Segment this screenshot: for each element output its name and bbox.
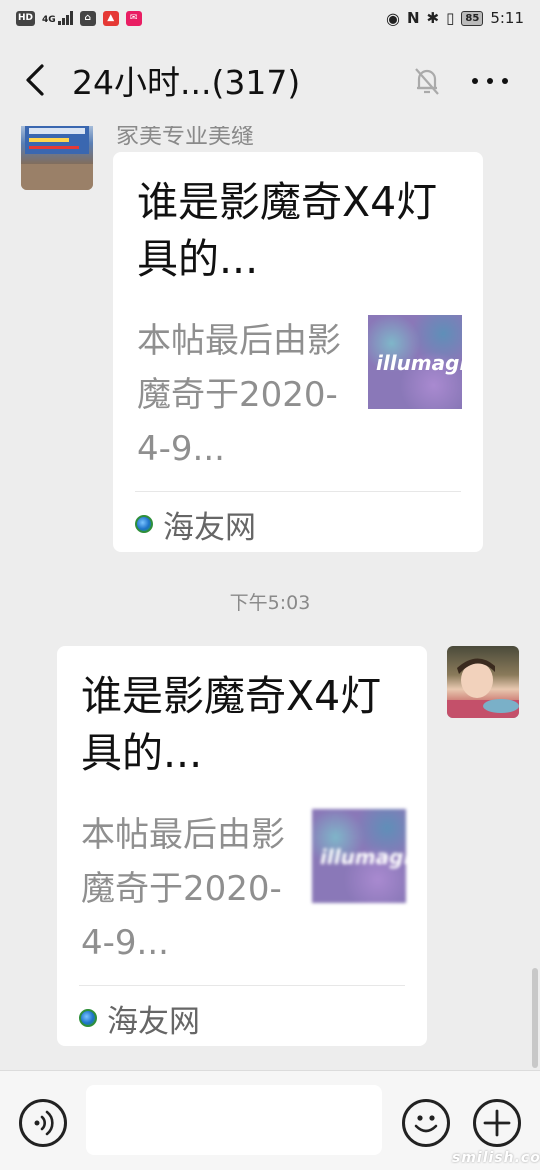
mail-notification-icon: ✉: [125, 10, 142, 26]
chat-title[interactable]: 24小时...(317): [72, 56, 300, 104]
my-avatar[interactable]: [447, 646, 519, 718]
sender-avatar[interactable]: [21, 126, 93, 190]
source-name: 海友网: [163, 509, 256, 546]
bell-muted-icon: [410, 64, 444, 98]
thumbnail-text: illumagi: [320, 845, 406, 869]
bluetooth-icon: ✱: [426, 9, 440, 27]
card-description: 本帖最后由影魔奇于2020-4-9...: [137, 321, 341, 469]
card-thumbnail: illumagi: [312, 809, 406, 903]
status-bar: HD 4G ⌂ ▲ ✉ ◉ N ✱ ▯ 85 5:11: [0, 0, 540, 36]
card-divider: [79, 985, 405, 986]
message-input[interactable]: [86, 1085, 382, 1155]
sender-name: 家美专业美缝: [116, 126, 254, 149]
back-button[interactable]: [18, 60, 54, 100]
source-logo-icon: [79, 1009, 97, 1027]
thumbnail-text: illumagi: [376, 351, 462, 375]
voice-icon: [34, 1110, 54, 1136]
source-logo-icon: [135, 515, 153, 533]
more-button[interactable]: [468, 64, 512, 98]
link-card[interactable]: 谁是影魔奇X4灯具的... 本帖最后由影魔奇于2020-4-9... illum…: [113, 152, 483, 552]
card-description: 本帖最后由影魔奇于2020-4-9...: [81, 815, 285, 963]
eye-icon: ◉: [386, 8, 400, 28]
card-source: 海友网: [135, 502, 256, 546]
network-type: 4G: [42, 15, 56, 25]
battery-level: 85: [465, 12, 480, 24]
watermark: smilish.com: [452, 1150, 540, 1166]
emoji-button[interactable]: [402, 1099, 450, 1147]
vibrate-icon: ▯: [446, 9, 455, 27]
message-list[interactable]: 家美专业美缝 谁是影魔奇X4灯具的... 本帖最后由影魔奇于2020-4-9..…: [0, 126, 540, 1070]
link-card[interactable]: 谁是影魔奇X4灯具的... 本帖最后由影魔奇于2020-4-9... illum…: [57, 646, 427, 1046]
card-thumbnail: illumagi: [368, 315, 462, 409]
battery-icon: 85: [461, 10, 484, 26]
clock: 5:11: [490, 9, 524, 27]
signal-icon: 4G: [42, 11, 73, 25]
more-dots-icon: [472, 78, 478, 84]
app-notification-icon: ⌂: [79, 10, 96, 26]
nfc-icon: N: [406, 9, 420, 27]
plus-button[interactable]: [473, 1099, 521, 1147]
chevron-left-icon: [26, 64, 44, 96]
hd-indicator: HD: [16, 10, 36, 26]
plus-icon: [483, 1109, 511, 1137]
voice-button[interactable]: [19, 1099, 67, 1147]
chat-header: 24小时...(317): [0, 36, 540, 126]
card-title: 谁是影魔奇X4灯具的...: [81, 672, 382, 777]
card-source: 海友网: [79, 996, 200, 1040]
scrollbar[interactable]: [532, 968, 538, 1068]
card-divider: [135, 491, 461, 492]
time-divider: 下午5:03: [229, 592, 311, 614]
app-notification-icon: ▲: [102, 10, 119, 26]
card-title: 谁是影魔奇X4灯具的...: [137, 178, 438, 283]
source-name: 海友网: [107, 1003, 200, 1040]
emoji-icon: [414, 1115, 438, 1133]
